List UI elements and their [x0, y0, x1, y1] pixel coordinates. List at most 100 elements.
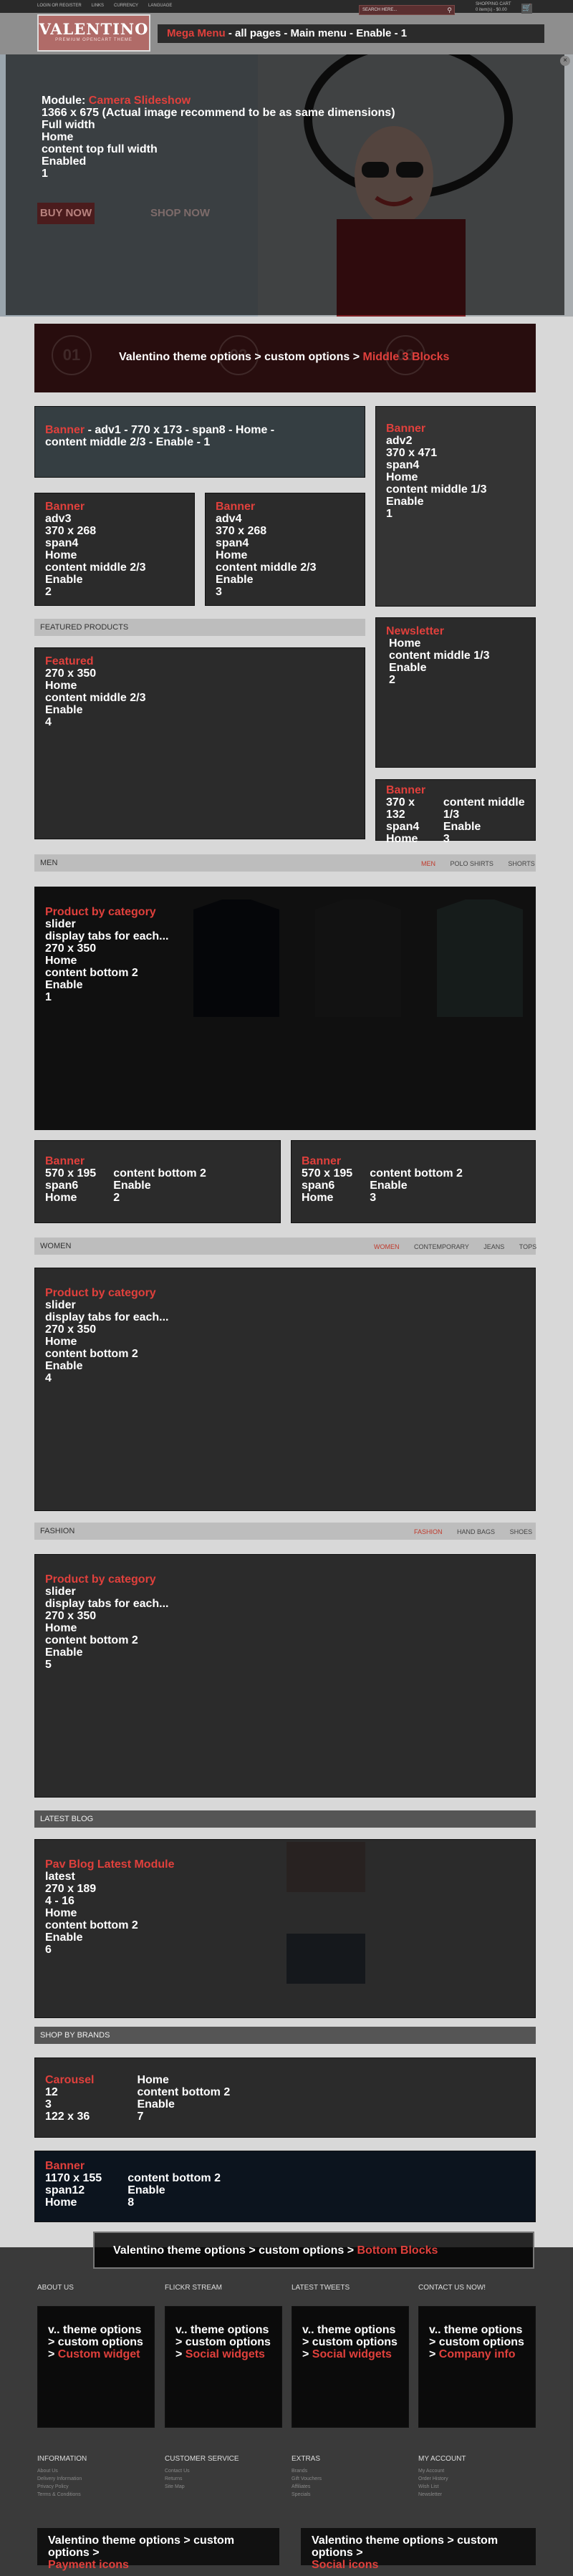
banner-line: 3: [443, 833, 450, 845]
cart-summary[interactable]: SHOPPING CART 0 item(s) - $0.00: [476, 1, 511, 13]
logo[interactable]: VALENTINO PREMIUM OPENCART THEME: [37, 14, 150, 52]
tab-polo-shirts[interactable]: POLO SHIRTS: [451, 860, 493, 867]
tab-hand-bags[interactable]: HAND BAGS: [457, 1528, 495, 1535]
tab-fashion[interactable]: FASHION: [414, 1528, 443, 1535]
category-title: Product by category: [45, 1573, 156, 1586]
blog-line: content bottom 2: [45, 1919, 138, 1931]
banner-line: Enable: [386, 496, 424, 508]
banner-b3[interactable]: Banner 570 x 195 span6 Home content bott…: [291, 1140, 536, 1223]
tab-contemporary[interactable]: CONTEMPORARY: [414, 1243, 469, 1250]
banner-adv2[interactable]: Banner adv2 370 x 471 span4 Home content…: [375, 406, 536, 607]
carousel-line: 12: [45, 2086, 58, 2098]
banner-full[interactable]: Banner 1170 x 155 span12 Home content bo…: [34, 2151, 536, 2222]
footer-link[interactable]: Order History: [418, 2475, 466, 2483]
banner-line: Home: [45, 2196, 77, 2209]
banner-line: adv4: [216, 513, 242, 525]
widget-link[interactable]: Company info: [439, 2348, 516, 2360]
footer-flickr-widget[interactable]: v.. theme options > custom options > Soc…: [165, 2306, 282, 2428]
featured-products[interactable]: Featured 270 x 350 Home content middle 2…: [34, 647, 365, 839]
top-link-links[interactable]: LINKS: [92, 4, 104, 8]
widget-link[interactable]: Social widgets: [186, 2348, 265, 2360]
slideshow-line: content top full width: [42, 143, 158, 155]
top-link-currency[interactable]: CURRENCY: [114, 4, 138, 8]
cart-title: SHOPPING CART: [476, 2, 511, 6]
megamenu-text: - all pages - Main menu - Enable - 1: [225, 27, 408, 39]
banner-line: adv2: [386, 435, 413, 447]
payment-icons[interactable]: Valentino theme options > custom options…: [37, 2528, 279, 2571]
slideshow-shop-now-button[interactable]: SHOP NOW: [150, 207, 210, 219]
fashion-product-category[interactable]: Product by category slider display tabs …: [34, 1554, 536, 1798]
footer-link[interactable]: Wish List: [418, 2483, 466, 2491]
banner-adv3[interactable]: Banner adv3 370 x 268 span4 Home content…: [34, 493, 195, 606]
newsletter[interactable]: Newsletter Home content middle 1/3 Enabl…: [375, 617, 536, 768]
blog-title: Pav Blog Latest Module: [45, 1858, 175, 1871]
newsletter-title: Newsletter: [386, 625, 444, 637]
tab-jeans[interactable]: JEANS: [483, 1243, 504, 1250]
footer-link[interactable]: My Account: [418, 2467, 466, 2475]
footer-link[interactable]: About Us: [37, 2467, 87, 2475]
footer-link[interactable]: Gift Vouchers: [292, 2475, 322, 2483]
banner-title: Banner: [45, 1155, 85, 1167]
social-icons[interactable]: Valentino theme options > custom options…: [301, 2528, 536, 2571]
social-link[interactable]: Social icons: [312, 2559, 525, 2571]
banner-b2[interactable]: Banner 570 x 195 span6 Home content bott…: [34, 1140, 281, 1223]
search-input[interactable]: SEARCH HERE...: [362, 8, 397, 12]
footer-link[interactable]: Brands: [292, 2467, 322, 2475]
footer-link[interactable]: Affiliates: [292, 2483, 322, 2491]
banner-title: Banner: [45, 501, 85, 513]
tab-women[interactable]: WOMEN: [374, 1243, 400, 1250]
banner-line: content middle 2/3: [45, 561, 146, 574]
footer-links-title: MY ACCOUNT: [418, 2455, 466, 2463]
middle-blocks-link[interactable]: Middle 3 Blocks: [362, 351, 449, 363]
payment-link[interactable]: Payment icons: [48, 2559, 269, 2571]
footer-link[interactable]: Terms & Conditions: [37, 2491, 87, 2499]
carousel-line: Enable: [137, 2098, 175, 2111]
cart-icon[interactable]: 🛒: [521, 4, 532, 14]
brands-carousel[interactable]: Carousel 12 3 122 x 36 Home content bott…: [34, 2058, 536, 2138]
footer-tweets-widget[interactable]: v.. theme options > custom options > Soc…: [292, 2306, 409, 2428]
banner-adv1[interactable]: Banner - adv1 - 770 x 173 - span8 - Home…: [34, 406, 365, 478]
top-link-language[interactable]: LANGUAGE: [148, 4, 172, 8]
bottom-blocks-text: Valentino theme options > custom options…: [113, 2244, 357, 2257]
tab-men[interactable]: MEN: [421, 860, 435, 867]
slideshow-line: 1: [42, 168, 48, 180]
top-link-login[interactable]: LOGIN OR REGISTER: [37, 4, 82, 8]
tab-shorts[interactable]: SHORTS: [508, 860, 534, 867]
tab-shoes[interactable]: SHOES: [510, 1528, 533, 1535]
footer-link[interactable]: Privacy Policy: [37, 2483, 87, 2491]
category-line: content bottom 2: [45, 1634, 138, 1646]
blog-latest[interactable]: Pav Blog Latest Module latest 270 x 189 …: [34, 1839, 536, 2018]
footer-link[interactable]: Contact Us: [165, 2467, 239, 2475]
footer-contact-widget[interactable]: v.. theme options > custom options > Com…: [418, 2306, 536, 2428]
footer-link[interactable]: Specials: [292, 2491, 322, 2499]
bottom-blocks-link[interactable]: Bottom Blocks: [357, 2244, 438, 2257]
tab-tops[interactable]: TOPS: [519, 1243, 536, 1250]
banner-adv4[interactable]: Banner adv4 370 x 268 span4 Home content…: [205, 493, 365, 606]
banner-line: span6: [302, 1180, 335, 1192]
banner-small[interactable]: Banner 370 x 132 span4 Home content midd…: [375, 779, 536, 845]
footer-link[interactable]: Returns: [165, 2475, 239, 2483]
men-product-category[interactable]: Product by category slider display tabs …: [34, 887, 536, 1130]
slideshow-buy-now-button[interactable]: BUY NOW: [37, 203, 95, 224]
middle-blocks-label: Valentino theme options > custom options…: [119, 351, 449, 364]
women-tabs: WOMEN CONTEMPORARY JEANS TOPS: [361, 1243, 536, 1250]
footer-link[interactable]: Delivery Information: [37, 2475, 87, 2483]
footer-about-widget[interactable]: v.. theme options > custom options > Cus…: [37, 2306, 155, 2428]
footer-links-title: EXTRAS: [292, 2455, 321, 2463]
footer-link[interactable]: Site Map: [165, 2483, 239, 2491]
banner-line: content middle 2/3 - Enable - 1: [45, 436, 211, 448]
banner-line: span4: [386, 821, 420, 833]
women-product-category[interactable]: Product by category slider display tabs …: [34, 1268, 536, 1511]
widget-link[interactable]: Custom widget: [58, 2348, 140, 2360]
search-box[interactable]: SEARCH HERE... ⚲: [359, 5, 455, 15]
category-line: Enable: [45, 1360, 83, 1372]
banner-line: Home: [386, 833, 418, 845]
carousel-line: Home: [137, 2074, 169, 2086]
widget-link[interactable]: Social widgets: [312, 2348, 392, 2360]
slideshow-close-icon[interactable]: ×: [560, 56, 570, 66]
bottom-blocks[interactable]: Valentino theme options > custom options…: [93, 2232, 534, 2269]
banner-line: Enable: [216, 574, 254, 586]
search-icon[interactable]: ⚲: [447, 6, 452, 14]
footer-link[interactable]: Newsletter: [418, 2491, 466, 2499]
banner-line: 1170 x 155: [45, 2172, 102, 2184]
